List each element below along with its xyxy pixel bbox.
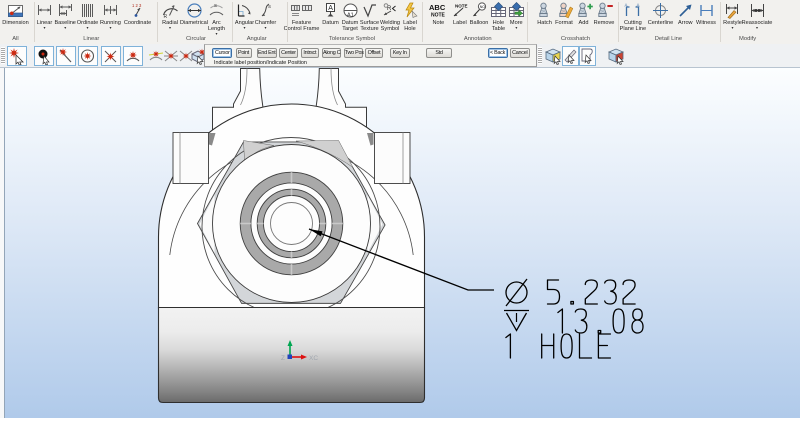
svg-text:S: S — [214, 3, 217, 8]
svg-text:A: A — [625, 3, 628, 8]
svg-text:1 2 3: 1 2 3 — [132, 3, 142, 8]
svg-text:S: S — [268, 4, 271, 9]
svg-text:Z: Z — [281, 355, 285, 362]
svg-text:R: R — [163, 14, 167, 19]
svg-text:XC: XC — [309, 355, 318, 362]
